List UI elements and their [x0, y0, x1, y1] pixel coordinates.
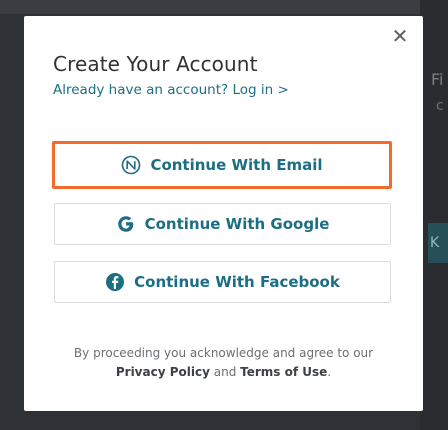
continue-with-email-button[interactable]: Continue With Email: [52, 141, 392, 189]
facebook-button-label: Continue With Facebook: [134, 273, 340, 291]
terms-notice: By proceeding you acknowledge and agree …: [24, 344, 423, 382]
background-badge: K: [428, 223, 448, 263]
terms-links-line: Privacy Policy and Terms of Use.: [24, 363, 423, 382]
login-prompt-text: Already have an account?: [53, 82, 229, 98]
login-prompt: Already have an account? Log in >: [53, 82, 289, 98]
terms-line: By proceeding you acknowledge and agree …: [73, 346, 374, 360]
terms-and-text: and: [213, 365, 237, 379]
modal-title: Create Your Account: [53, 52, 258, 76]
continue-with-google-button[interactable]: Continue With Google: [54, 203, 391, 245]
background-text: Fi: [431, 70, 444, 89]
continue-with-facebook-button[interactable]: Continue With Facebook: [54, 261, 391, 303]
background-header: [0, 0, 448, 14]
terms-of-use-link[interactable]: Terms of Use: [240, 365, 327, 379]
google-icon: [116, 214, 136, 234]
email-circle-icon: [121, 155, 141, 175]
background-text: c: [436, 98, 444, 114]
terms-period: .: [327, 365, 332, 379]
email-button-label: Continue With Email: [150, 156, 323, 174]
close-icon[interactable]: ✕: [390, 26, 410, 46]
privacy-policy-link[interactable]: Privacy Policy: [116, 365, 210, 379]
login-link[interactable]: Log in >: [232, 82, 288, 98]
create-account-modal: ✕ Create Your Account Already have an ac…: [24, 16, 423, 411]
google-button-label: Continue With Google: [144, 215, 330, 233]
background-right-panel: [420, 0, 448, 430]
facebook-icon: [105, 272, 125, 292]
